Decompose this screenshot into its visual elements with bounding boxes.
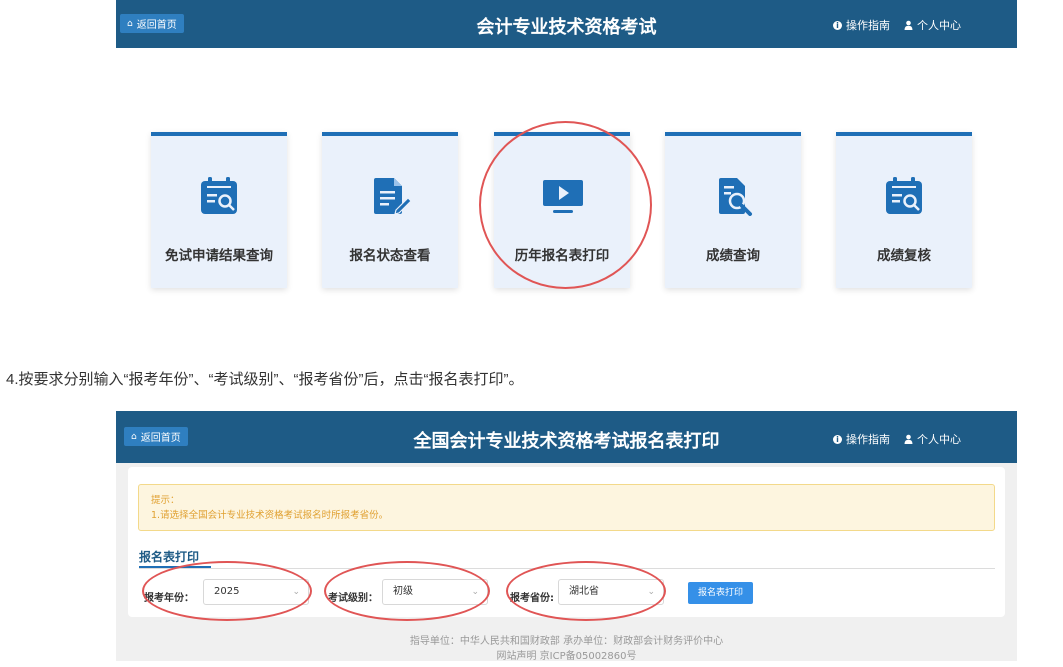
- card-score-query[interactable]: 成绩查询: [665, 132, 801, 288]
- footer-line-1: 指导单位：中华人民共和国财政部 承办单位：财政部会计财务评价中心: [409, 636, 724, 647]
- guide-link[interactable]: i 操作指南: [833, 17, 890, 33]
- card-score-review[interactable]: 成绩复核: [836, 132, 972, 288]
- calendar-search-icon: [201, 177, 237, 214]
- document-edit-icon: [374, 178, 412, 215]
- form-header-bar: ⌂ 返回首页 全国会计专业技术资格考试报名表打印 i 操作指南 个人中心: [116, 411, 1017, 463]
- calendar-search-icon: [886, 177, 922, 214]
- highlight-circle: [479, 121, 652, 289]
- top-header-bar: ⌂ 返回首页 会计专业技术资格考试 i 操作指南 个人中心: [116, 0, 1017, 48]
- user-center-label: 个人中心: [917, 433, 961, 446]
- print-form-button[interactable]: 报名表打印: [688, 582, 753, 604]
- card-label: 报名状态查看: [349, 248, 431, 264]
- tip-text: 1.请选择全国会计专业技术资格考试报名时所报考省份。: [151, 510, 389, 521]
- card-exemption-result-query[interactable]: 免试申请结果查询: [151, 132, 287, 288]
- form-panel: 提示： 1.请选择全国会计专业技术资格考试报名时所报考省份。 报名表打印 报考年…: [128, 467, 1005, 621]
- info-icon: i: [833, 20, 842, 30]
- user-center-link[interactable]: 个人中心: [904, 17, 961, 33]
- user-icon: [904, 434, 913, 444]
- card-label: 成绩复核: [877, 248, 931, 264]
- guide-label: 操作指南: [846, 19, 890, 32]
- info-icon: i: [833, 434, 842, 444]
- card-registration-status[interactable]: 报名状态查看: [322, 132, 458, 288]
- form-screenshot: ⌂ 返回首页 全国会计专业技术资格考试报名表打印 i 操作指南 个人中心 提示：…: [116, 411, 1017, 661]
- guide-link[interactable]: i 操作指南: [833, 431, 890, 447]
- document-search-icon: [719, 178, 752, 216]
- highlight-ellipse-year: [142, 561, 312, 621]
- user-center-label: 个人中心: [917, 19, 961, 32]
- user-icon: [904, 20, 913, 30]
- user-center-link[interactable]: 个人中心: [904, 431, 961, 447]
- highlight-ellipse-province: [506, 561, 666, 621]
- footer-line-2: 网站声明 京ICP备05002860号: [496, 651, 637, 661]
- card-label: 成绩查询: [706, 248, 760, 264]
- card-label: 免试申请结果查询: [165, 248, 273, 264]
- tip-box: 提示： 1.请选择全国会计专业技术资格考试报名时所报考省份。: [138, 484, 995, 531]
- guide-label: 操作指南: [846, 433, 890, 446]
- instruction-text: 4.按要求分别输入“报考年份”、“考试级别”、“报考省份”后，点击“报名表打印”…: [6, 371, 524, 388]
- header-links: i 操作指南 个人中心: [833, 431, 961, 447]
- highlight-ellipse-level: [324, 561, 490, 621]
- tab-form-print[interactable]: 报名表打印: [139, 548, 199, 565]
- header-links: i 操作指南 个人中心: [833, 17, 961, 33]
- tip-title: 提示：: [151, 495, 180, 506]
